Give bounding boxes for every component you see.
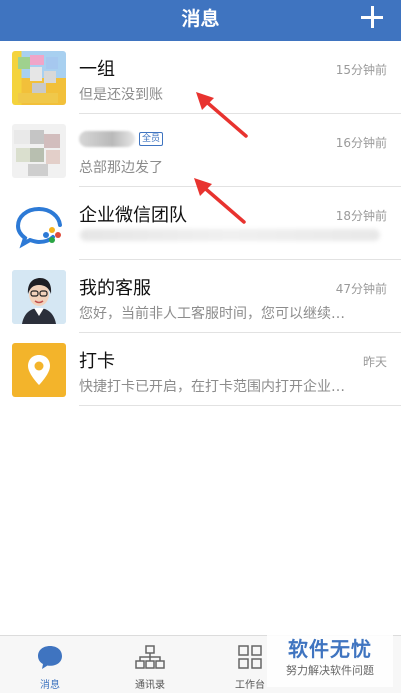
tab-contacts[interactable]: 通讯录: [110, 636, 190, 693]
service-agent-avatar: [12, 270, 66, 324]
conversation-name: 打卡: [79, 351, 115, 372]
tab-label: 通讯录: [135, 680, 165, 691]
chat-bubble-icon: [38, 646, 62, 669]
page-title: 消息: [181, 8, 220, 30]
conversation-time: 16分钟前: [335, 136, 387, 150]
redacted-name: [79, 131, 135, 147]
conversation-item[interactable]: 打卡 快捷打卡已开启，在打卡范围内打开企业… 昨天: [0, 333, 401, 406]
watermark-title: 软件无忧: [288, 637, 372, 661]
conversation-time: 15分钟前: [335, 63, 387, 77]
conversation-preview: 快捷打卡已开启，在打卡范围内打开企业…: [79, 379, 345, 395]
divider: [79, 405, 401, 406]
conversation-name: 全员: [79, 128, 164, 149]
tab-messages[interactable]: 消息: [10, 636, 90, 693]
blurred-avatar: [12, 124, 66, 178]
conversation-name: 一组: [79, 59, 115, 80]
wecom-logo-icon: [12, 197, 66, 251]
location-pin-icon: [12, 343, 66, 397]
conversation-time: 昨天: [362, 355, 387, 369]
annotation-arrow-icon: [196, 92, 248, 138]
conversation-name: 我的客服: [79, 278, 151, 299]
conversation-time: 18分钟前: [335, 209, 387, 223]
conversation-time: 47分钟前: [335, 282, 387, 296]
watermark: 软件无忧 努力解决软件问题: [267, 635, 393, 687]
group-avatar: [12, 51, 66, 105]
plus-icon[interactable]: [361, 6, 385, 30]
conversation-name: 企业微信团队: [79, 205, 187, 226]
conversation-preview: 您好，当前非人工客服时间，您可以继续…: [79, 306, 345, 322]
redacted-preview-blur: [80, 229, 380, 241]
tab-label: 消息: [40, 680, 60, 691]
annotation-arrow-icon: [194, 178, 246, 224]
conversation-item[interactable]: 我的客服 您好，当前非人工客服时间，您可以继续… 47分钟前: [0, 260, 401, 333]
top-bar: 消息: [0, 0, 401, 41]
org-chart-icon: [135, 645, 165, 669]
watermark-subtitle: 努力解决软件问题: [286, 664, 374, 677]
all-members-badge: 全员: [139, 132, 164, 146]
grid-icon: [238, 645, 262, 669]
